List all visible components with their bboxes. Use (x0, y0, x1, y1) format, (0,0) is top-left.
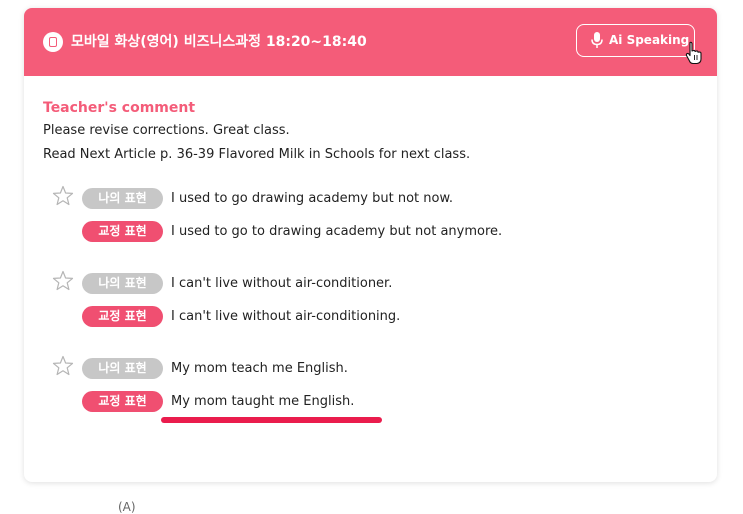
ai-speaking-button[interactable]: Ai Speaking (576, 24, 695, 57)
my-expression-text: I used to go drawing academy but not now… (171, 191, 454, 206)
corrected-expression-tag: 교정 표현 (82, 306, 163, 327)
my-expression-tag: 나의 표현 (82, 358, 163, 379)
my-expression-tag: 나의 표현 (82, 188, 163, 209)
hand-pointer-icon (685, 41, 702, 65)
teacher-comment-line: Read Next Article p. 36-39 Flavored Milk… (43, 147, 471, 162)
class-title: 모바일 화상(영어) 비즈니스과정 18:20~18:40 (71, 34, 367, 50)
teacher-comment-title: Teacher's comment (43, 100, 196, 116)
star-icon[interactable] (52, 270, 74, 292)
star-icon[interactable] (52, 185, 74, 207)
ai-speaking-label: Ai Speaking (609, 33, 690, 47)
microphone-icon (591, 32, 603, 48)
class-icon (43, 32, 63, 52)
corrected-expression-tag: 교정 표현 (82, 221, 163, 242)
my-expression-text: I can't live without air-conditioner. (171, 276, 393, 291)
star-icon[interactable] (52, 355, 74, 377)
my-expression-tag: 나의 표현 (82, 273, 163, 294)
teacher-comment-line: Please revise corrections. Great class. (43, 123, 290, 138)
corrected-expression-text: My mom taught me English. (171, 394, 355, 409)
feedback-card: 모바일 화상(영어) 비즈니스과정 18:20~18:40 Ai Speakin… (24, 8, 717, 482)
corrected-expression-text: I used to go to drawing academy but not … (171, 224, 503, 239)
caption-label: (A) (118, 500, 136, 514)
corrected-expression-tag: 교정 표현 (82, 391, 163, 412)
corrected-expression-text: I can't live without air-conditioning. (171, 309, 401, 324)
my-expression-text: My mom teach me English. (171, 361, 348, 376)
class-header: 모바일 화상(영어) 비즈니스과정 18:20~18:40 Ai Speakin… (24, 8, 717, 76)
highlight-underline (161, 417, 382, 423)
